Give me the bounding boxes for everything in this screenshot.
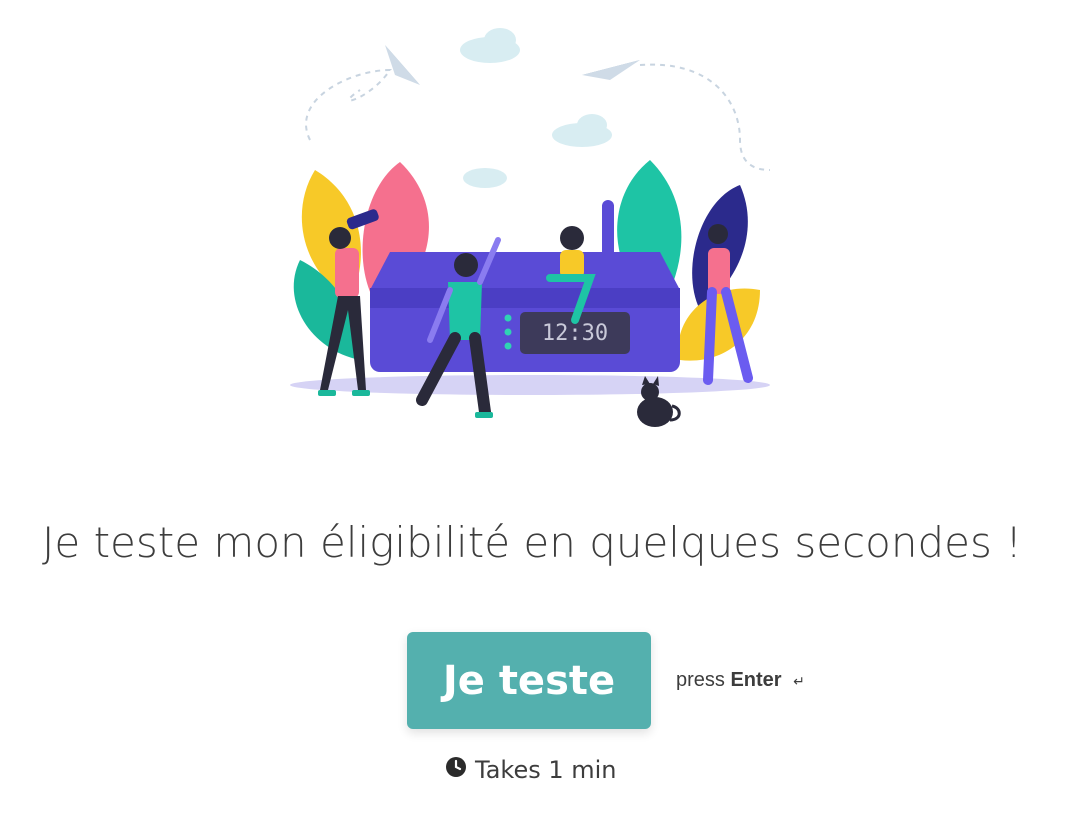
press-enter-hint: press Enter ↵ — [676, 669, 805, 692]
router-party-illustration: 12:30 — [290, 28, 771, 427]
paper-plane-icon — [582, 60, 640, 80]
hero-illustration: 12:30 — [270, 20, 790, 440]
enter-key-icon: ↵ — [793, 673, 805, 689]
cloud-icon — [460, 28, 612, 188]
paper-plane-icon — [385, 45, 420, 85]
page-title: Je teste mon éligibilité en quelques sec… — [42, 518, 1023, 567]
duration-text: Takes 1 min — [475, 756, 617, 784]
clock-icon — [445, 756, 467, 784]
duration-info: Takes 1 min — [445, 756, 617, 784]
hint-prefix: press — [676, 669, 725, 691]
start-test-button[interactable]: Je teste — [407, 632, 651, 729]
hint-key: Enter — [730, 669, 782, 691]
cta-row: Je teste press Enter ↵ — [407, 632, 805, 729]
router-clock-display: 12:30 — [542, 321, 608, 346]
